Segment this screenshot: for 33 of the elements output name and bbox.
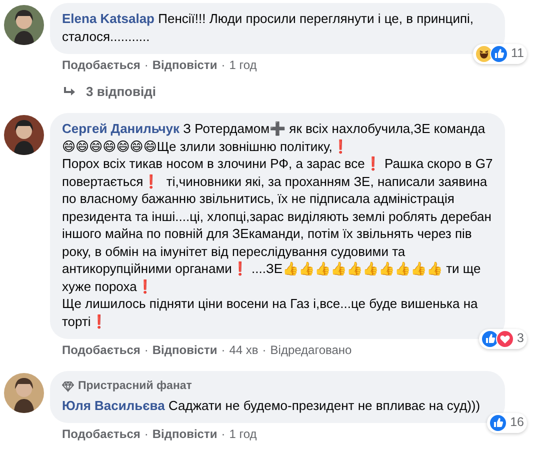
separator-dot: · [221, 58, 226, 72]
comment-text: Elena Katsalap Пенсії!!! Люди просили переглянути і це, в принципі, сталося........... [62, 10, 475, 45]
diamond-icon [62, 381, 74, 392]
action-link[interactable]: Відповісти [152, 343, 218, 357]
badge-label: Пристрасний фанат [78, 379, 192, 394]
timestamp[interactable]: 1 год [229, 427, 257, 441]
like-reaction-icon [490, 45, 508, 63]
timestamp[interactable]: 1 год [229, 58, 257, 72]
action-link[interactable]: Відповісти [152, 427, 218, 441]
edited-label: Відредаговано [270, 343, 352, 357]
comment-text: Сергей Данильчук З Ротердамом➕ як всіх нахлобучила,ЗЕ команда 😄😄😄😄😄😄😄Ще злили зовнішню політику,❗ Порох всіх тикав носом в злочини РФ, а зарас все❗ Рашка скоро в G7 повертається❗ ті,чиновники які, за проханням ЗЕ, написали заявина по власному бажанню звільнитись, їх не підписала адміністрація президента та інші....ці, хлопці,зарас виділяють землі роблять деребан іншого майна по повній для ЗЕкаманди, потім їх звільнять через пів року, в обмін на імунітет від переслідування судовими та антикорупційними органами❗ ....ЗЕ👍👍👍👍👍👍👍👍👍👍 ти ще хуже пороха❗ Ще лишилось підняти ціни восени на Газ і,все...це буде вишенька на торті❗ [62, 120, 493, 330]
timestamp[interactable]: 44 хв [229, 343, 258, 357]
reaction-count[interactable]: 3 [479, 329, 527, 349]
separator-dot: · [144, 58, 148, 72]
author-link[interactable]: Elena Katsalap [62, 11, 154, 26]
separator-dot: · [262, 343, 266, 357]
action-link[interactable]: Подобається [62, 343, 140, 357]
reply-arrow-icon [64, 86, 76, 96]
like-reaction-icon [489, 414, 508, 432]
author-link[interactable]: Юля Васильєва [62, 398, 165, 412]
separator-dot: · [144, 427, 148, 441]
action-link[interactable]: Подобається [62, 427, 140, 441]
author-link[interactable]: Сергей Данильчук [62, 121, 180, 136]
separator-dot: · [221, 343, 226, 357]
separator-dot: · [221, 427, 226, 441]
replies-link[interactable]: 3 відповіді [86, 84, 156, 99]
action-link[interactable]: Відповісти [152, 58, 218, 72]
reaction-count[interactable]: 11 [473, 44, 527, 64]
comment-text: Юля Васильєва Саджати не будемо-президент не впливає на суд))) [62, 396, 482, 414]
love-reaction-icon [496, 330, 514, 348]
separator-dot: · [144, 343, 148, 357]
action-link[interactable]: Подобається [62, 58, 140, 72]
reaction-count[interactable]: 16 [487, 413, 527, 433]
